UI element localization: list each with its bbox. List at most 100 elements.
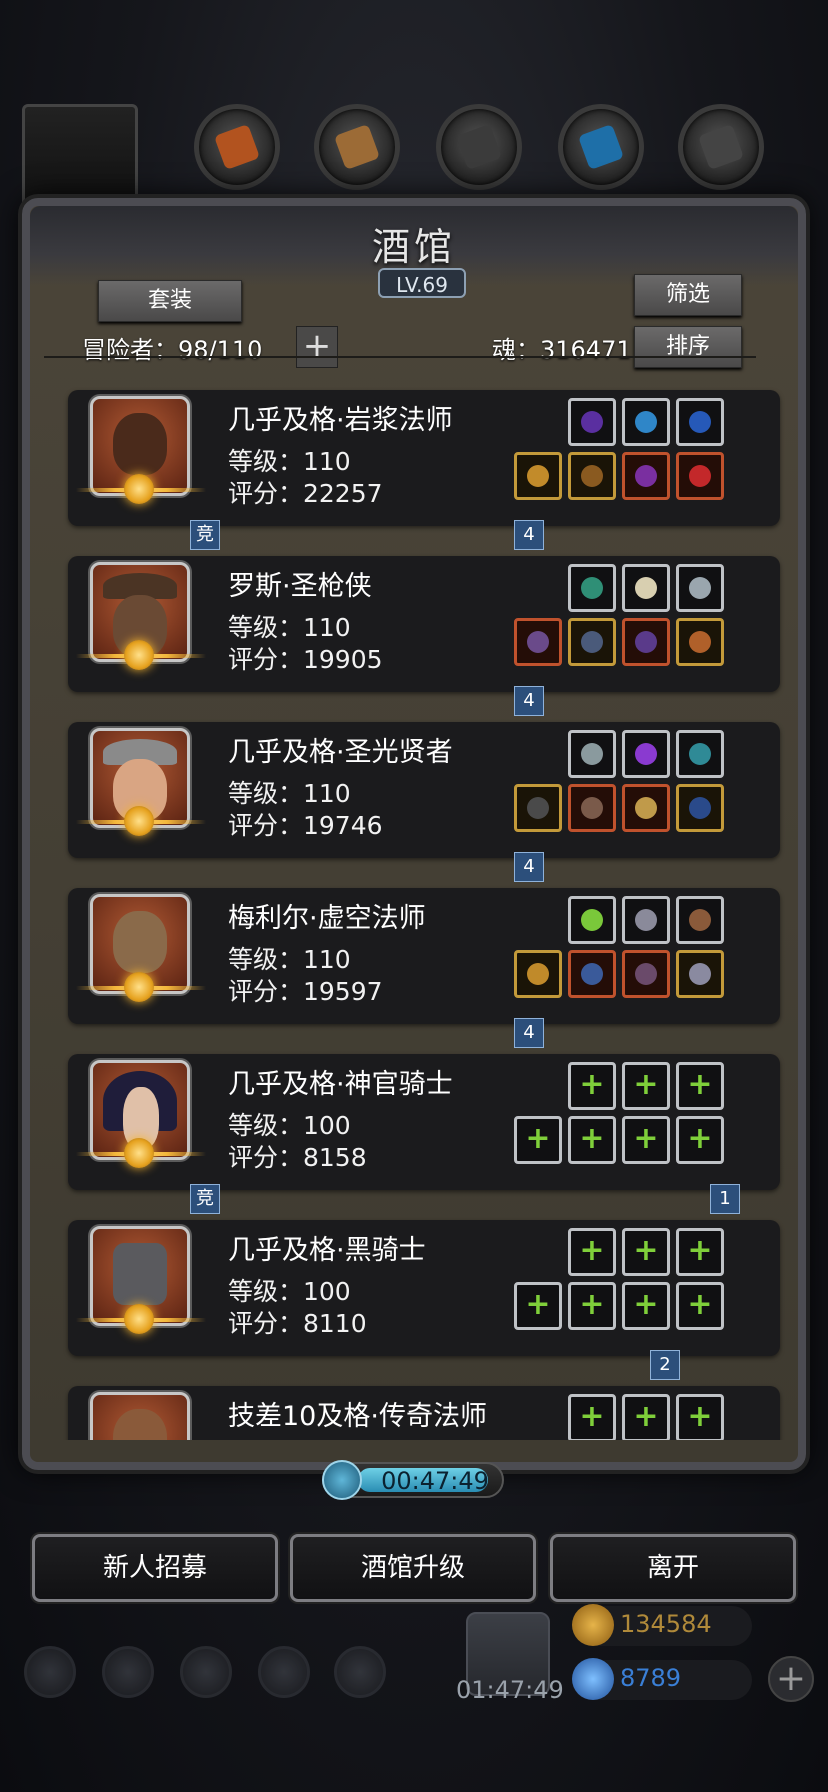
arena-tag: 竞 bbox=[190, 520, 220, 550]
add-equipment-icon: + bbox=[579, 1233, 605, 1268]
equip-armor-slot[interactable] bbox=[568, 452, 616, 500]
hero-level: 等级：110 bbox=[228, 447, 351, 476]
equip-armor-slot[interactable] bbox=[568, 618, 616, 666]
empty-emblem-slot[interactable]: + bbox=[622, 1228, 670, 1276]
empty-boot-slot[interactable]: + bbox=[676, 1282, 724, 1330]
empty-emblem-slot[interactable]: + bbox=[622, 1394, 670, 1440]
equip-gem-slot[interactable] bbox=[568, 564, 616, 612]
leave-button[interactable]: 离开 bbox=[550, 1534, 796, 1602]
hero-card[interactable]: 罗斯·圣枪侠 等级：110 评分：19905 bbox=[68, 556, 780, 692]
empty-gem-slot[interactable]: + bbox=[568, 1062, 616, 1110]
add-resource-button[interactable]: + bbox=[768, 1656, 814, 1702]
add-equipment-icon: + bbox=[687, 1287, 713, 1322]
empty-armor-slot[interactable]: + bbox=[568, 1282, 616, 1330]
category-gray-icon[interactable] bbox=[678, 104, 764, 190]
achievement-icon[interactable] bbox=[102, 1646, 154, 1698]
empty-amulet-slot[interactable]: + bbox=[676, 1062, 724, 1110]
add-equipment-icon: + bbox=[687, 1399, 713, 1434]
hero-card[interactable]: 几乎及格·神官骑士 等级：100 评分：8158 + + + + + + + bbox=[68, 1054, 780, 1190]
equip-belt-slot[interactable] bbox=[622, 618, 670, 666]
star-emblem-icon bbox=[124, 474, 154, 504]
filter-button[interactable]: 筛选 bbox=[634, 274, 742, 316]
adventurer-count: 冒险者：98/110 bbox=[82, 336, 263, 364]
tavern-portal-icon[interactable] bbox=[22, 104, 138, 208]
set-button[interactable]: 套装 bbox=[98, 280, 242, 322]
equip-bracer-slot[interactable] bbox=[676, 950, 724, 998]
hero-level: 等级：100 bbox=[228, 1277, 351, 1306]
hero-score: 评分：8110 bbox=[228, 1309, 367, 1338]
equip-emblem-slot[interactable] bbox=[622, 896, 670, 944]
gift-timer: 01:47:49 bbox=[456, 1676, 564, 1704]
equip-amulet-slot[interactable] bbox=[676, 784, 724, 832]
settings-icon[interactable] bbox=[24, 1646, 76, 1698]
empty-weapon-slot[interactable]: + bbox=[514, 1282, 562, 1330]
recruit-button[interactable]: 新人招募 bbox=[32, 1534, 278, 1602]
hero-level: 等级：110 bbox=[228, 613, 351, 642]
equip-boot-slot[interactable] bbox=[676, 452, 724, 500]
hero-card[interactable]: 几乎及格·岩浆法师 等级：110 评分：22257 bbox=[68, 390, 780, 526]
equip-belt-slot[interactable] bbox=[622, 452, 670, 500]
mail-icon[interactable] bbox=[258, 1646, 310, 1698]
map-icon[interactable] bbox=[334, 1646, 386, 1698]
empty-gem-slot[interactable]: + bbox=[568, 1394, 616, 1440]
equip-gem-slot[interactable] bbox=[568, 896, 616, 944]
equip-weapon-slot[interactable] bbox=[514, 784, 562, 832]
empty-amulet-slot[interactable]: + bbox=[676, 1228, 724, 1276]
gold-coin-icon bbox=[572, 1604, 614, 1646]
hero-card[interactable]: 几乎及格·黑骑士 等级：100 评分：8110 + + + + + + + bbox=[68, 1220, 780, 1356]
star-emblem-icon bbox=[124, 640, 154, 670]
category-orange-icon[interactable] bbox=[194, 104, 280, 190]
equip-armor-slot[interactable] bbox=[568, 950, 616, 998]
category-blue-icon[interactable] bbox=[558, 104, 644, 190]
category-dark-icon[interactable] bbox=[436, 104, 522, 190]
header-divider bbox=[44, 356, 756, 358]
add-equipment-icon: + bbox=[579, 1287, 605, 1322]
add-equipment-icon: + bbox=[633, 1399, 659, 1434]
equip-ring-slot[interactable] bbox=[676, 730, 724, 778]
equip-weapon-slot[interactable] bbox=[514, 950, 562, 998]
hero-card[interactable]: 技差10及格·传奇法师 + + + bbox=[68, 1386, 780, 1440]
equip-weapon-slot[interactable] bbox=[514, 618, 562, 666]
empty-armor-slot[interactable]: + bbox=[568, 1116, 616, 1164]
empty-amulet-slot[interactable]: + bbox=[676, 1394, 724, 1440]
equip-count-tag: 4 bbox=[514, 686, 544, 716]
hero-card[interactable]: 梅利尔·虚空法师 等级：110 评分：19597 bbox=[68, 888, 780, 1024]
equip-gem-slot[interactable] bbox=[568, 398, 616, 446]
equip-stone-slot[interactable] bbox=[568, 730, 616, 778]
empty-boot-slot[interactable]: + bbox=[676, 1116, 724, 1164]
hero-list[interactable]: 几乎及格·岩浆法师 等级：110 评分：22257 竞 4 罗斯·圣枪侠 等级：… bbox=[22, 362, 806, 1440]
hero-score: 评分：19597 bbox=[228, 977, 383, 1006]
hero-score: 评分：19905 bbox=[228, 645, 383, 674]
equip-amulet-slot[interactable] bbox=[676, 398, 724, 446]
add-equipment-icon: + bbox=[579, 1121, 605, 1156]
gate-icon[interactable] bbox=[180, 1646, 232, 1698]
add-equipment-icon: + bbox=[687, 1121, 713, 1156]
empty-belt-slot[interactable]: + bbox=[622, 1116, 670, 1164]
equip-belt-slot[interactable] bbox=[622, 950, 670, 998]
refresh-timer: 00:47:49 bbox=[322, 1460, 504, 1500]
hero-card[interactable]: 几乎及格·圣光贤者 等级：110 评分：19746 bbox=[68, 722, 780, 858]
soul-count: 魂：316471 bbox=[492, 336, 632, 364]
equip-horn-slot[interactable] bbox=[676, 896, 724, 944]
category-wood-icon[interactable] bbox=[314, 104, 400, 190]
empty-emblem-slot[interactable]: + bbox=[622, 1062, 670, 1110]
equip-amulet-slot[interactable] bbox=[676, 564, 724, 612]
empty-belt-slot[interactable]: + bbox=[622, 1282, 670, 1330]
hero-name: 几乎及格·圣光贤者 bbox=[228, 737, 453, 768]
add-equipment-icon: + bbox=[633, 1233, 659, 1268]
hero-name: 几乎及格·黑骑士 bbox=[228, 1235, 426, 1266]
equip-armor-slot[interactable] bbox=[568, 784, 616, 832]
equip-gem-slot[interactable] bbox=[622, 730, 670, 778]
star-emblem-icon bbox=[124, 806, 154, 836]
equip-ring-slot[interactable] bbox=[622, 398, 670, 446]
equip-medal-slot[interactable] bbox=[622, 784, 670, 832]
equip-scroll-slot[interactable] bbox=[622, 564, 670, 612]
equip-count-tag: 2 bbox=[650, 1350, 680, 1380]
gem-amount: 8789 bbox=[620, 1664, 682, 1692]
add-equipment-icon: + bbox=[525, 1121, 551, 1156]
empty-weapon-slot[interactable]: + bbox=[514, 1116, 562, 1164]
equip-boot-slot[interactable] bbox=[676, 618, 724, 666]
equip-weapon-slot[interactable] bbox=[514, 452, 562, 500]
empty-gem-slot[interactable]: + bbox=[568, 1228, 616, 1276]
tavern-upgrade-button[interactable]: 酒馆升级 bbox=[290, 1534, 536, 1602]
